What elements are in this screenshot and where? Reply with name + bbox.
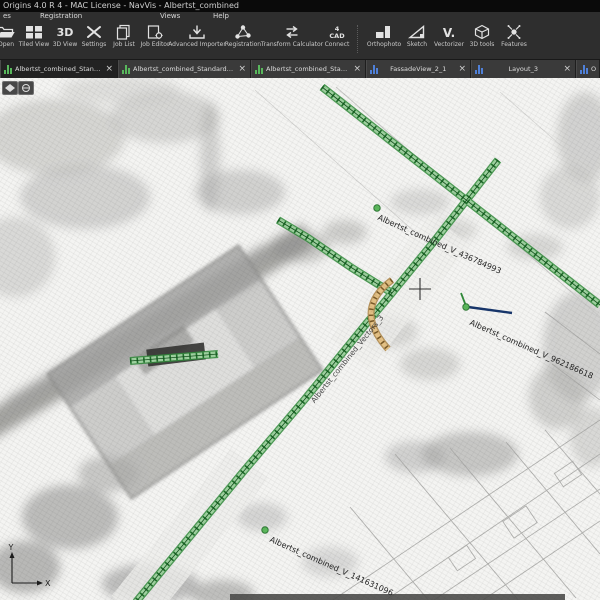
tab-fassadeview[interactable]: FassadeView_2_1 × [366, 60, 471, 78]
toolbar-label: Registration [225, 41, 261, 48]
menu-item-help[interactable]: Help [213, 12, 229, 21]
title-bar: Origins 4.0 R 4 - MAC License - NavVis -… [0, 0, 600, 12]
toolbar-label: Tiled View [19, 41, 49, 48]
toolbar-label: Transform Calculator [261, 41, 323, 48]
svg-text:CAD: CAD [329, 32, 345, 40]
close-icon[interactable]: × [562, 60, 572, 78]
layout-view-icon [370, 64, 379, 74]
import-download-icon [187, 24, 207, 40]
close-icon[interactable]: × [457, 60, 467, 78]
toolbar-label: Connect [325, 41, 350, 48]
tab-layout-3[interactable]: Layout_3 × [471, 60, 576, 78]
toolbar-label: Features [501, 41, 527, 48]
view-2d-icon [4, 64, 13, 74]
tab-standard-top[interactable]: Albertst_combined_Standard_Top × [0, 60, 118, 78]
view-2d-icon [122, 64, 131, 74]
svg-text:V.: V. [443, 26, 455, 40]
toolbar-label: Advanced Importer [168, 41, 226, 48]
view-2d-icon [255, 64, 264, 74]
toolbar-button-connect[interactable]: 4CAD Connect [321, 22, 353, 57]
scan-position-dot[interactable] [374, 205, 380, 211]
axis-y-label: Y [8, 543, 14, 552]
sketch-triangle-icon [407, 24, 427, 40]
tiled-view-icon [24, 24, 44, 40]
window-title: Origins 4.0 R 4 - MAC License - NavVis -… [3, 1, 239, 10]
menu-item-views[interactable]: Views [160, 12, 180, 21]
toolbar-button-features[interactable]: Features [497, 22, 531, 57]
dark-strip [230, 594, 565, 600]
toolbar-label: Orthophoto [367, 41, 401, 48]
toolbar-button-3d-tools[interactable]: 3D tools [467, 22, 497, 57]
layout-view-icon [580, 64, 589, 74]
toolbar-button-advanced-importer[interactable]: Advanced Importer [171, 22, 223, 57]
toolbar-label: Job List [113, 41, 135, 48]
menu-bar: es Registration Views Help [0, 12, 600, 21]
tab-standard-left[interactable]: Albertst_combined_Standard_Left × [251, 60, 366, 78]
main-toolbar: Open Tiled View 3D 3D View Settings Job … [0, 21, 600, 60]
connect-4cad-icon: 4CAD [327, 24, 347, 40]
orthophoto-icon [374, 24, 394, 40]
toolbar-button-transform-calculator[interactable]: Transform Calculator [263, 22, 321, 57]
map-canvas[interactable]: Y X Albertst_combined_V_436784993 Albert… [0, 78, 600, 600]
toolbar-button-tiled-view[interactable]: Tiled View [17, 22, 51, 57]
toolbar-label: Settings [82, 41, 107, 48]
job-list-icon [114, 24, 134, 40]
canvas-view-button-globe[interactable] [18, 81, 34, 95]
toolbar-button-registration[interactable]: Registration [223, 22, 263, 57]
layout-view-icon [475, 64, 484, 74]
toolbar-button-sketch[interactable]: Sketch [403, 22, 431, 57]
layers-icon [5, 84, 15, 92]
settings-tools-icon [84, 24, 104, 40]
tab-standard-front[interactable]: Albertst_combined_Standard_Front × [118, 60, 251, 78]
scan-position-dot[interactable] [463, 304, 469, 310]
vectorizer-icon: V. [439, 24, 459, 40]
3d-tools-cube-icon [472, 24, 492, 40]
transform-cycle-icon [282, 24, 302, 40]
toolbar-button-settings[interactable]: Settings [79, 22, 109, 57]
toolbar-label: Vectorizer [434, 41, 464, 48]
registration-network-icon [233, 24, 253, 40]
toolbar-button-3d-view[interactable]: 3D 3D View [51, 22, 79, 57]
toolbar-button-open[interactable]: Open [0, 22, 17, 57]
scan-position-dot[interactable] [262, 527, 268, 533]
toolbar-label: 3D tools [470, 41, 495, 48]
toolbar-button-job-editor[interactable]: Job Editor [139, 22, 171, 57]
close-icon[interactable]: × [352, 60, 362, 78]
job-editor-icon [145, 24, 165, 40]
close-icon[interactable]: × [237, 60, 247, 78]
svg-text:3D: 3D [57, 26, 74, 39]
toolbar-button-orthophoto[interactable]: Orthophoto [365, 22, 403, 57]
toolbar-button-vectorizer[interactable]: V. Vectorizer [431, 22, 467, 57]
close-icon[interactable]: × [104, 60, 114, 78]
toolbar-separator [357, 25, 363, 53]
axis-x-label: X [45, 579, 51, 588]
tab-og-cutoff[interactable]: OG [576, 60, 600, 78]
3d-view-icon: 3D [55, 24, 75, 40]
toolbar-label: Job Editor [141, 41, 170, 48]
globe-icon [21, 84, 31, 92]
features-point-icon [504, 24, 524, 40]
application-window: Origins 4.0 R 4 - MAC License - NavVis -… [0, 0, 600, 600]
toolbar-label: 3D View [53, 41, 78, 48]
tab-bar: Albertst_combined_Standard_Top × Alberts… [0, 60, 600, 78]
open-folder-icon [0, 24, 16, 40]
toolbar-label: Sketch [407, 41, 427, 48]
menu-item-registration[interactable]: Registration [40, 12, 82, 21]
canvas-view-button-fit[interactable] [2, 81, 18, 95]
menu-item-cutoff[interactable]: es [3, 12, 11, 21]
toolbar-label: Open [0, 41, 14, 48]
toolbar-button-job-list[interactable]: Job List [109, 22, 139, 57]
